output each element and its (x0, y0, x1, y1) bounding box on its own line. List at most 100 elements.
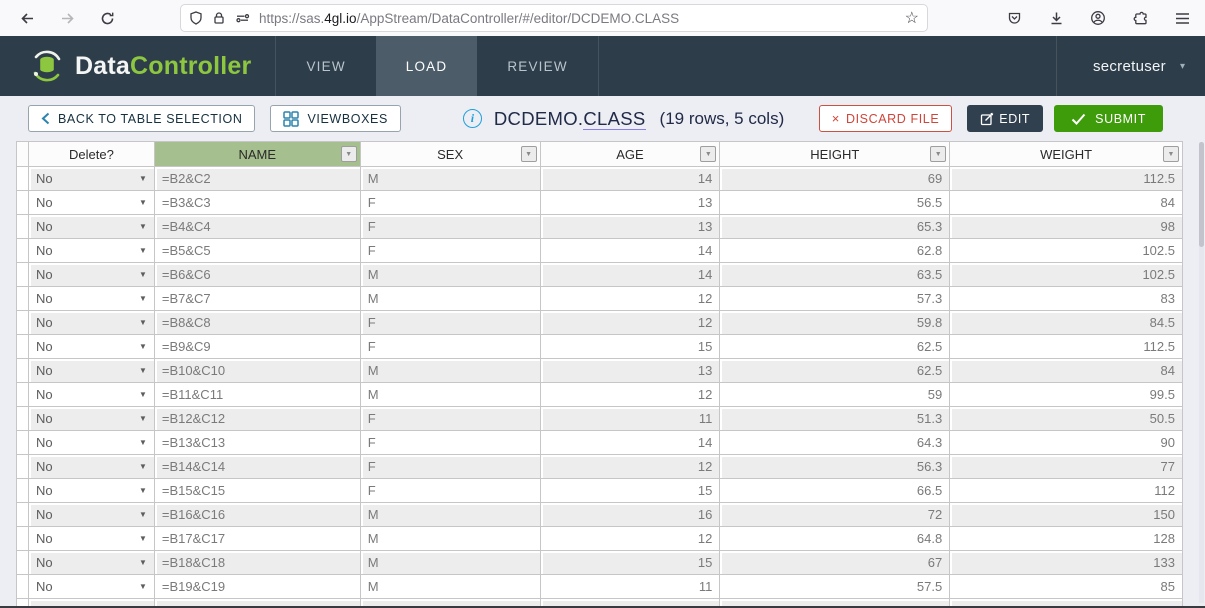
cell-weight[interactable]: 112.5 (950, 167, 1183, 191)
cell-height[interactable]: 57.3 (720, 287, 950, 311)
app-logo[interactable]: DataController (28, 36, 251, 96)
column-header-weight[interactable]: WEIGHT▼ (950, 142, 1183, 167)
row-handle[interactable] (17, 287, 29, 311)
cell-name[interactable]: =B5&C5 (155, 239, 361, 263)
cell-weight[interactable]: 102.5 (950, 239, 1183, 263)
cell-weight[interactable]: 99.5 (950, 383, 1183, 407)
bookmark-star-icon[interactable]: ☆ (905, 8, 919, 28)
column-header-name[interactable]: NAME▼ (155, 142, 361, 167)
delete-dropdown[interactable]: No▼ (29, 575, 155, 599)
cell-name[interactable]: =B7&C7 (155, 287, 361, 311)
filter-button[interactable]: ▼ (930, 146, 946, 162)
row-handle[interactable] (17, 215, 29, 239)
account-icon[interactable] (1085, 5, 1111, 31)
extensions-icon[interactable] (1127, 5, 1153, 31)
delete-dropdown[interactable]: No▼ (29, 431, 155, 455)
shield-icon[interactable] (189, 11, 203, 25)
cell-name[interactable]: =B11&C11 (155, 383, 361, 407)
nav-item-load[interactable]: LOAD (376, 36, 478, 96)
url-bar[interactable]: https://sas.4gl.io/AppStream/DataControl… (180, 4, 928, 32)
row-handle[interactable] (17, 407, 29, 431)
cell-weight[interactable]: 77 (950, 455, 1183, 479)
cell-sex[interactable]: F (361, 407, 541, 431)
cell-height[interactable]: 62.8 (720, 239, 950, 263)
cell-weight[interactable]: 84 (950, 359, 1183, 383)
cell-name[interactable]: =B15&C15 (155, 479, 361, 503)
cell-name[interactable]: =B13&C13 (155, 431, 361, 455)
cell-age[interactable]: 11 (541, 407, 721, 431)
cell-height[interactable]: 63.5 (720, 263, 950, 287)
delete-dropdown[interactable]: No▼ (29, 239, 155, 263)
submit-button[interactable]: SUBMIT (1054, 105, 1163, 132)
cell-height[interactable]: 62.5 (720, 335, 950, 359)
cell-age[interactable]: 15 (541, 479, 721, 503)
delete-dropdown[interactable]: No▼ (29, 311, 155, 335)
cell-age[interactable]: 13 (541, 359, 721, 383)
cell-height[interactable]: 69 (720, 167, 950, 191)
row-handle[interactable] (17, 503, 29, 527)
row-handle[interactable] (17, 335, 29, 359)
cell-height[interactable]: 64.3 (720, 431, 950, 455)
cell-age[interactable]: 13 (541, 215, 721, 239)
cell-name[interactable]: =B17&C17 (155, 527, 361, 551)
cell-age[interactable]: 14 (541, 167, 721, 191)
row-handle[interactable] (17, 263, 29, 287)
cell-age[interactable]: 13 (541, 191, 721, 215)
cell-sex[interactable]: F (361, 215, 541, 239)
cell-height[interactable]: 72 (720, 503, 950, 527)
lock-icon[interactable] (212, 11, 226, 25)
delete-dropdown[interactable]: No▼ (29, 167, 155, 191)
cell-name[interactable]: =B9&C9 (155, 335, 361, 359)
filter-button[interactable]: ▼ (521, 146, 537, 162)
cell-sex[interactable]: F (361, 239, 541, 263)
cell-height[interactable]: 64.8 (720, 527, 950, 551)
cell-name[interactable]: =B18&C18 (155, 551, 361, 575)
cell-sex[interactable]: F (361, 191, 541, 215)
row-handle[interactable] (17, 575, 29, 599)
delete-dropdown[interactable]: No▼ (29, 383, 155, 407)
column-header-age[interactable]: AGE▼ (541, 142, 721, 167)
cell-name[interactable]: =B6&C6 (155, 263, 361, 287)
delete-dropdown[interactable]: No▼ (29, 551, 155, 575)
cell-age[interactable]: 14 (541, 239, 721, 263)
cell-weight[interactable]: 98 (950, 215, 1183, 239)
row-handle[interactable] (17, 527, 29, 551)
cell-sex[interactable]: M (361, 359, 541, 383)
delete-dropdown[interactable]: No▼ (29, 455, 155, 479)
cell-sex[interactable]: F (361, 431, 541, 455)
cell-sex[interactable]: M (361, 575, 541, 599)
delete-dropdown[interactable]: No▼ (29, 503, 155, 527)
delete-dropdown[interactable]: No▼ (29, 287, 155, 311)
row-handle[interactable] (17, 311, 29, 335)
user-menu[interactable]: secretuser ▾ (1056, 36, 1185, 96)
table-name-link[interactable]: CLASS (583, 108, 645, 130)
cell-sex[interactable]: M (361, 551, 541, 575)
cell-age[interactable]: 15 (541, 335, 721, 359)
cell-sex[interactable]: F (361, 455, 541, 479)
cell-name[interactable]: =B10&C10 (155, 359, 361, 383)
cell-name[interactable]: =B3&C3 (155, 191, 361, 215)
delete-dropdown[interactable]: No▼ (29, 359, 155, 383)
browser-back-button[interactable] (14, 5, 40, 31)
cell-name[interactable]: =B4&C4 (155, 215, 361, 239)
cell-height[interactable]: 66.5 (720, 479, 950, 503)
cell-age[interactable]: 12 (541, 311, 721, 335)
delete-dropdown[interactable]: No▼ (29, 527, 155, 551)
row-handle[interactable] (17, 239, 29, 263)
cell-name[interactable]: =B12&C12 (155, 407, 361, 431)
cell-weight[interactable]: 84 (950, 191, 1183, 215)
pocket-icon[interactable] (1001, 5, 1027, 31)
delete-dropdown[interactable]: No▼ (29, 407, 155, 431)
nav-item-view[interactable]: VIEW (276, 36, 375, 96)
row-handle[interactable] (17, 455, 29, 479)
back-to-table-selection-button[interactable]: BACK TO TABLE SELECTION (28, 105, 255, 132)
row-handle[interactable] (17, 167, 29, 191)
cell-age[interactable]: 12 (541, 527, 721, 551)
vertical-scrollbar[interactable] (1199, 142, 1204, 603)
column-header-height[interactable]: HEIGHT▼ (720, 142, 950, 167)
cell-weight[interactable]: 112 (950, 479, 1183, 503)
delete-dropdown[interactable]: No▼ (29, 479, 155, 503)
cell-height[interactable]: 59 (720, 383, 950, 407)
cell-weight[interactable]: 150 (950, 503, 1183, 527)
cell-sex[interactable]: F (361, 311, 541, 335)
